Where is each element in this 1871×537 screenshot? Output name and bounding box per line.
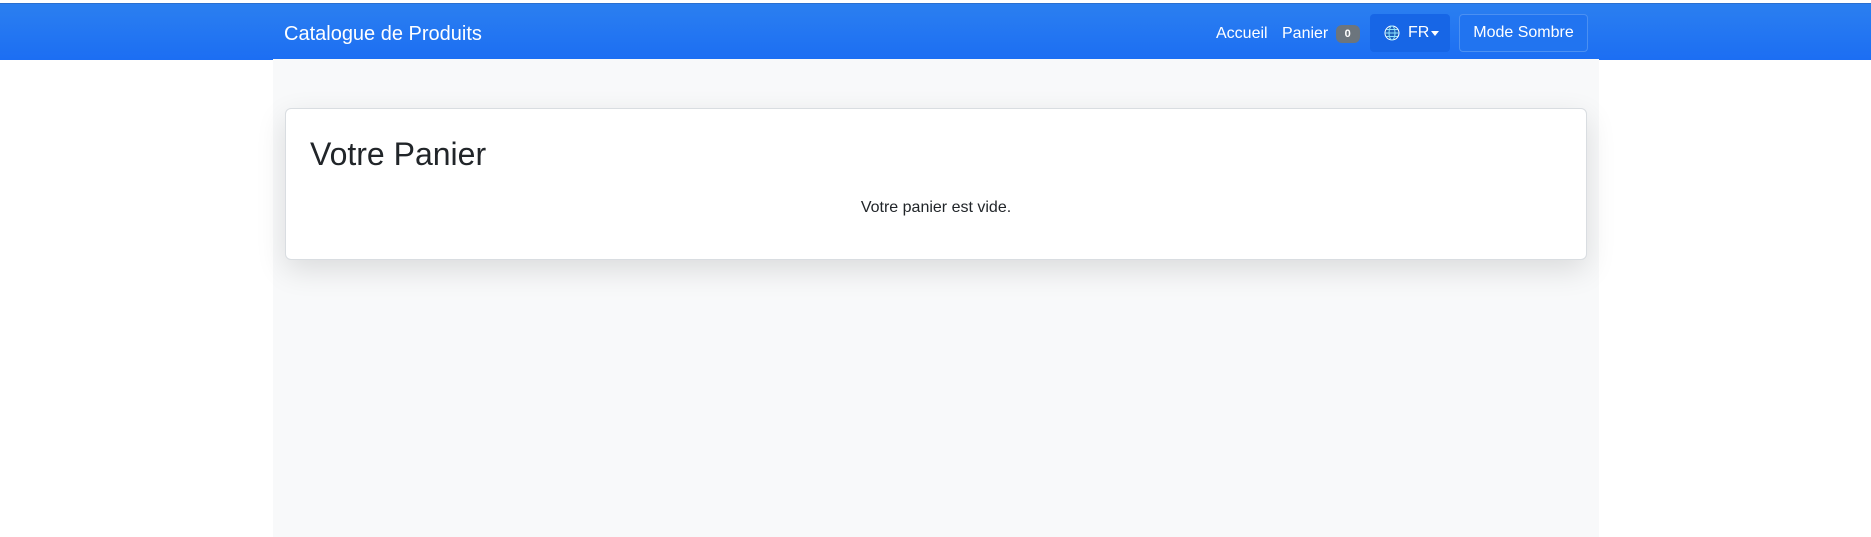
nav-link-home[interactable]: Accueil (1216, 24, 1268, 44)
top-navbar: Catalogue de Produits Accueil Panier 0 F… (0, 3, 1871, 60)
cart-count-badge: 0 (1335, 25, 1360, 43)
language-label: FR (1408, 24, 1430, 41)
nav-link-cart[interactable]: Panier 0 (1282, 24, 1360, 44)
dark-mode-button[interactable]: Mode Sombre (1459, 14, 1588, 52)
page-title: Votre Panier (310, 136, 487, 172)
chevron-down-icon (1431, 31, 1439, 36)
globe-icon (1384, 25, 1400, 41)
nav-cart-label: Panier (1282, 25, 1329, 42)
language-dropdown-button[interactable]: FR (1370, 14, 1450, 52)
cart-card: Votre Panier Votre panier est vide. (285, 108, 1587, 260)
empty-cart-message: Votre panier est vide. (860, 199, 1012, 216)
brand-link[interactable]: Catalogue de Produits (284, 22, 482, 46)
